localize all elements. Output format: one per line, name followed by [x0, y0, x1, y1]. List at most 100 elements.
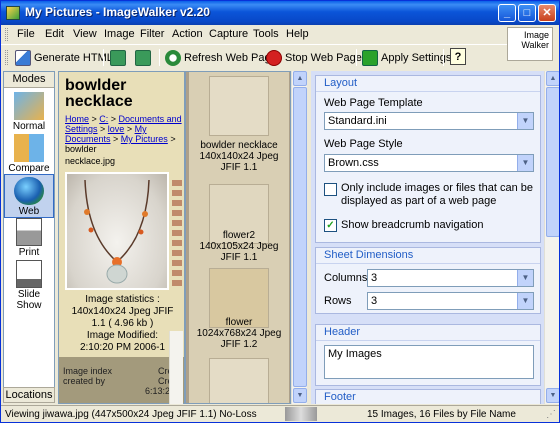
toolbar-grip[interactable] — [5, 50, 8, 65]
menu-tools[interactable]: Tools — [253, 28, 279, 40]
menu-edit[interactable]: Edit — [45, 28, 64, 40]
image-statistics: Image statistics : 140x140x24 Jpeg JFIF … — [61, 294, 184, 354]
help-label: ? — [454, 50, 462, 63]
chevron-down-icon[interactable]: ▼ — [517, 293, 533, 309]
breadcrumb-c[interactable]: C: — [99, 114, 108, 124]
apply-settings-button[interactable]: Apply Settings — [362, 48, 451, 68]
mode-normal-label: Normal — [12, 121, 46, 132]
toolbar: Generate HTML Refresh Web Page Stop Web … — [1, 44, 507, 69]
mode-web[interactable]: Web — [4, 174, 54, 218]
thumbnail-image[interactable] — [209, 358, 269, 403]
scroll-down-icon[interactable]: ▼ — [546, 388, 559, 403]
back-arrow-icon — [110, 50, 126, 66]
apply-settings-label: Apply Settings — [381, 52, 452, 64]
mode-slide-show[interactable]: Slide Show — [4, 258, 54, 311]
menu-bar: File Edit View Image Filter Action Captu… — [1, 25, 559, 44]
chevron-down-icon[interactable]: ▼ — [517, 270, 533, 286]
forward-button[interactable] — [135, 48, 151, 68]
mode-compare[interactable]: Compare — [4, 132, 54, 176]
toolbar-separator — [159, 49, 160, 66]
sheet-dimensions-group: Sheet Dimensions Columns 3 ▼ Rows 3 ▼ — [315, 247, 541, 314]
scroll-thumb[interactable] — [293, 87, 307, 387]
chevron-down-icon[interactable]: ▼ — [517, 113, 533, 129]
scroll-up-icon[interactable]: ▲ — [546, 71, 559, 86]
rows-select[interactable]: 3 ▼ — [367, 292, 534, 310]
scroll-thumb[interactable] — [546, 87, 559, 237]
menu-grip[interactable] — [5, 28, 8, 41]
document-icon — [15, 50, 31, 66]
layout-header: Layout — [316, 76, 540, 92]
menu-view[interactable]: View — [73, 28, 97, 40]
mode-slide-show-label: Slide Show — [16, 289, 42, 311]
breadcrumb-my-pictures[interactable]: My Pictures — [121, 134, 168, 144]
show-breadcrumb-label: Show breadcrumb navigation — [341, 219, 484, 231]
layout-group: Layout Web Page Template Standard.ini ▼ … — [315, 75, 541, 243]
modes-panel: Modes Normal Compare Web Print Slide Sho… — [3, 71, 55, 403]
scroll-up-icon[interactable]: ▲ — [293, 71, 307, 86]
info-scrollbar[interactable] — [169, 331, 183, 404]
thumbnail-format: JFIF 1.2 — [220, 339, 258, 350]
printer-icon — [16, 218, 42, 246]
thumbnail-scrollbar[interactable]: ▲ ▼ — [291, 71, 307, 404]
close-button[interactable]: ✕ — [538, 4, 556, 22]
back-button[interactable] — [110, 48, 126, 68]
mode-normal[interactable]: Normal — [4, 90, 54, 134]
columns-value: 3 — [371, 272, 378, 284]
only-include-checkbox[interactable] — [324, 183, 337, 196]
extra-line2: created by — [63, 376, 106, 386]
image-preview[interactable] — [65, 172, 169, 290]
generate-html-button[interactable]: Generate HTML — [15, 48, 113, 68]
stats-title: Image statistics : — [85, 294, 160, 305]
thumbnail-caption: bowlder necklace 140x140x24 Jpeg JFIF 1.… — [189, 140, 289, 173]
scroll-down-icon[interactable]: ▼ — [293, 388, 307, 403]
stats-line2: 1.1 ( 4.96 kb ) — [91, 318, 154, 329]
resize-grip-icon[interactable]: ⋰ — [546, 408, 556, 421]
app-icon[interactable] — [6, 6, 20, 20]
menu-action[interactable]: Action — [172, 28, 203, 40]
menu-image[interactable]: Image — [104, 28, 135, 40]
status-count: 15 Images, 16 Files by File Name — [367, 409, 516, 420]
menu-capture[interactable]: Capture — [209, 28, 248, 40]
template-label: Web Page Template — [324, 97, 423, 109]
menu-help[interactable]: Help — [286, 28, 309, 40]
toolbar-separator — [443, 49, 444, 66]
thumbnail-strip: bowlder necklace 140x140x24 Jpeg JFIF 1.… — [185, 71, 291, 404]
locations-button[interactable]: Locations — [3, 387, 55, 403]
image-title: bowlder necklace — [65, 77, 133, 110]
show-breadcrumb-checkbox[interactable]: ✓ — [324, 219, 337, 232]
style-select[interactable]: Brown.css ▼ — [324, 154, 534, 172]
settings-panel: Layout Web Page Template Standard.ini ▼ … — [311, 71, 544, 404]
mode-print-label: Print — [18, 247, 40, 258]
footer-group: Footer — [315, 389, 541, 404]
thumbnail-format: JFIF 1.1 — [220, 162, 258, 173]
help-button[interactable]: ? — [450, 48, 466, 65]
breadcrumb-home[interactable]: Home — [65, 114, 89, 124]
menu-filter[interactable]: Filter — [140, 28, 164, 40]
minimize-button[interactable]: _ — [498, 4, 516, 22]
maximize-button[interactable]: □ — [518, 4, 536, 22]
menu-file[interactable]: File — [17, 28, 35, 40]
breadcrumb-love[interactable]: love — [108, 124, 125, 134]
template-select[interactable]: Standard.ini ▼ — [324, 112, 534, 130]
header-textarea[interactable]: My Images — [324, 345, 534, 379]
title-bar[interactable]: My Pictures - ImageWalker v2.20 _ □ ✕ — [1, 1, 559, 25]
image-index-info: Image index Cre created by Cre 6:13:2 — [63, 366, 184, 396]
refresh-web-page-button[interactable]: Refresh Web Page — [165, 48, 277, 68]
status-bar: Viewing jiwawa.jpg (447x500x24 Jpeg JFIF… — [1, 405, 559, 422]
breadcrumb-current: bowlder — [65, 144, 97, 154]
refresh-web-page-label: Refresh Web Page — [184, 52, 277, 64]
stop-web-page-button[interactable]: Stop Web Page — [266, 48, 362, 68]
columns-label: Columns — [324, 272, 368, 284]
settings-scrollbar[interactable]: ▲ ▼ — [544, 71, 559, 404]
toolbar-separator — [356, 49, 357, 66]
thumbnail-image[interactable] — [209, 76, 269, 136]
rows-label: Rows — [324, 295, 352, 307]
mode-print[interactable]: Print — [4, 216, 54, 260]
thumbnail-name: flower2 — [222, 230, 256, 241]
status-viewing: Viewing jiwawa.jpg (447x500x24 Jpeg JFIF… — [5, 409, 257, 420]
chevron-down-icon[interactable]: ▼ — [517, 155, 533, 171]
image-info-pane: bowlder necklace Home > C: > Documents a… — [58, 71, 185, 404]
thumbnail-meta: 1024x768x24 Jpeg — [196, 328, 282, 339]
columns-select[interactable]: 3 ▼ — [367, 269, 534, 287]
style-value: Brown.css — [328, 157, 379, 169]
